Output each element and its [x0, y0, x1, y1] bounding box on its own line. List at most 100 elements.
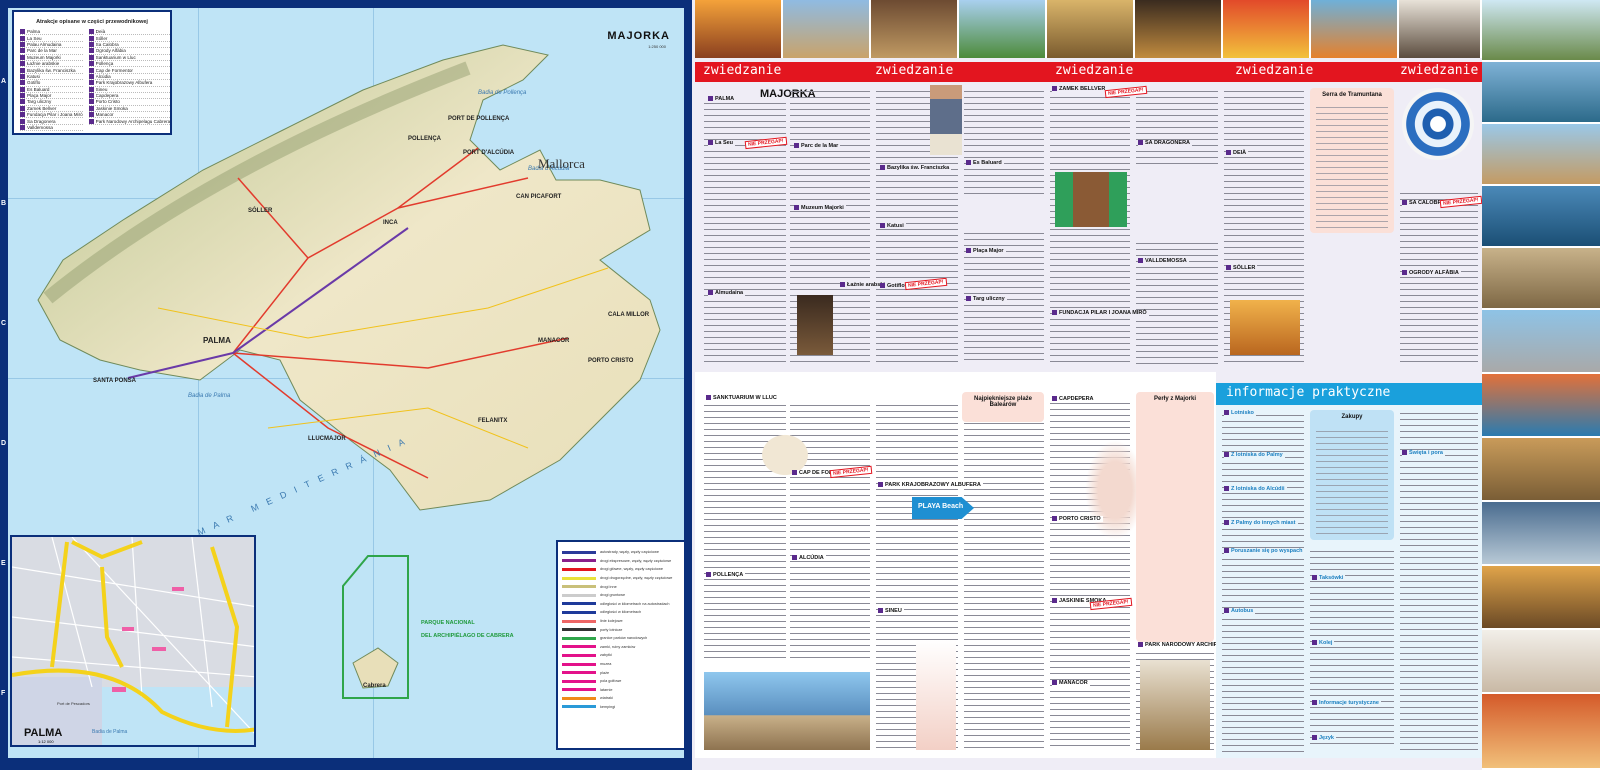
cabrera-park-label: PARQUE NACIONAL DEL ARCHIPIÉLAGO DE CABR…: [421, 617, 514, 643]
island-label: Mallorca: [538, 156, 585, 171]
legend-row: odległości w kilometrach na autostradach: [562, 600, 680, 609]
legend-label: autostrady, węzły, węzły częściowe: [600, 550, 659, 555]
legend-row: zamki, ruiny zamków: [562, 643, 680, 652]
grid-letter: B: [1, 200, 7, 207]
palma-street-map: Badia de Palma Port de Pescadors: [12, 537, 254, 745]
map-page[interactable]: A B C D E F POLLENÇA PORT DE POLLENÇA PO…: [0, 0, 692, 770]
legend-row: pola golfowe: [562, 677, 680, 686]
photo-pearls: [1482, 630, 1600, 694]
legend-symbol-icon: [562, 696, 596, 700]
place-label: POLLENÇA: [408, 136, 441, 142]
photo-kingfisher: [1311, 0, 1399, 58]
section-title: ZAMEK BELLVER: [1052, 86, 1108, 92]
place-label: MANACOR: [538, 338, 570, 344]
section-title: PALMA: [708, 96, 737, 102]
section-title: Gotiflo: [880, 283, 907, 289]
grid-letter: C: [1, 320, 7, 327]
attractions-list-box: Atrakcje opisane w części przewodnikowej…: [12, 10, 172, 135]
legend-label: drogi główne, węzły, węzły częściowe: [600, 567, 664, 572]
legend-label: zamki, ruiny zamków: [600, 644, 636, 649]
practical-heading: Kolej: [1312, 640, 1335, 646]
section-title: SÓLLER: [1226, 265, 1258, 271]
legend-label: odległości w kilometrach na autostradach: [600, 601, 670, 606]
attraction-number-icon: [88, 61, 94, 67]
attraction-number-icon: [88, 112, 94, 118]
section-title: Almudaina: [708, 290, 746, 296]
attraction-label: Sa Calobra: [95, 41, 119, 47]
section-label: zwiedzanie: [875, 63, 954, 78]
attraction-label: Łaźnie arabskie: [27, 61, 60, 67]
palma-inset-map[interactable]: Badia de Palma Port de Pescadors PALMA 1…: [10, 535, 256, 747]
ceramic-plate-image: [1402, 88, 1474, 160]
practical-heading: Z Palmy do innych miast: [1224, 520, 1298, 526]
legend-label: drogi gruntowe: [600, 593, 626, 598]
attraction-number-icon: [20, 105, 25, 111]
attraction-label: Jaskinie Smoka: [95, 105, 128, 111]
photo-cliffs: [1482, 124, 1600, 186]
attraction-label: Plaça Major: [27, 93, 52, 99]
attraction-label: Gotiflo: [27, 80, 41, 86]
text-column: [1136, 88, 1218, 168]
attraction-label: Ogrody Alfàbia: [95, 48, 126, 54]
attraction-number-icon: [88, 54, 94, 60]
attraction-label: Katusi: [27, 73, 40, 79]
legend-symbol-icon: [562, 559, 596, 563]
attraction-number-icon: [88, 41, 94, 47]
legend-row: linie kolejowe: [562, 617, 680, 626]
section-title: ALCÚDIA: [792, 555, 826, 561]
practical-info-header: informacje praktyczne: [1216, 383, 1482, 405]
attraction-number-icon: [88, 105, 94, 111]
tram-image: [1230, 300, 1300, 355]
attraction-number-icon: [20, 29, 25, 35]
beach-sign: PLAYA Beach: [912, 497, 974, 519]
sightseeing-header-bar: zwiedzanie zwiedzanie zwiedzanie zwiedza…: [695, 62, 1482, 82]
text-column: [1316, 428, 1388, 536]
practical-heading: Autobus: [1224, 608, 1256, 614]
attractions-left-column: Palma La Seu Palau Almudaina Parc de la Mar…: [20, 29, 83, 132]
attraction-label: Palma: [27, 29, 41, 35]
place-label: PORT DE POLLENÇA: [448, 116, 510, 122]
attraction-label: Parc de la Mar: [27, 48, 57, 54]
text-column: [1222, 412, 1304, 752]
attraction-number-icon: [20, 35, 25, 41]
photo-ceramics: [1223, 0, 1311, 58]
attraction-number-icon: [88, 67, 94, 73]
practical-heading: Informacje turystyczne: [1312, 700, 1381, 706]
attractions-right-column: Deià Sóller Sa Calobra Ogrody Alfàbia Sanktu…: [88, 29, 171, 131]
practical-heading: Język: [1312, 735, 1336, 741]
attraction-label: Sóller: [95, 35, 108, 41]
legend-row: drogi ekspresowe, węzły, węzły częściowe: [562, 557, 680, 566]
tramuntana-title: Serra de Tramuntana: [1322, 92, 1382, 98]
cabrera-label-line: DEL ARCHIPIÉLAGO DE CABRERA: [421, 633, 514, 639]
section-title: OGRODY ALFÀBIA: [1402, 270, 1461, 276]
attraction-number-icon: [88, 73, 94, 79]
legend-symbol-icon: [562, 653, 596, 657]
attraction-item: Valldemossa: [20, 125, 83, 132]
legend-label: zabytki: [600, 653, 612, 658]
attraction-label: Bazylika św. Franciszka: [27, 67, 76, 73]
legend-symbol-icon: [562, 619, 596, 623]
legend-symbol-icon: [562, 679, 596, 683]
section-title: SA DRAGONERA: [1138, 140, 1193, 146]
attraction-label: Fundacja Pilar i Joana Miró: [27, 112, 83, 118]
section-label: zwiedzanie: [1400, 63, 1479, 78]
legend-symbol-icon: [562, 593, 596, 597]
section-title: PARK KRAJOBRAZOWY ALBUFERA: [878, 482, 983, 488]
section-title: Targ uliczny: [966, 296, 1007, 302]
attraction-number-icon: [20, 99, 25, 105]
attraction-number-icon: [20, 41, 25, 47]
attraction-number-icon: [20, 118, 25, 124]
attraction-label: Pollença: [95, 61, 114, 67]
photo-piano-room: [1399, 0, 1482, 58]
legend-label: linie kolejowe: [600, 619, 623, 624]
legend-symbol-icon: [562, 602, 596, 606]
photo-cave: [1482, 566, 1600, 630]
attraction-number-icon: [20, 80, 25, 86]
pearls-box: [1136, 392, 1214, 642]
place-label: PALMA: [203, 336, 231, 345]
attraction-number-icon: [20, 48, 25, 54]
legend-row: porty lotnicze: [562, 625, 680, 634]
attraction-label: Sanktuarium w Lluc: [95, 54, 136, 60]
legend-label: drogi drugorzędne, węzły, węzły częściow…: [600, 576, 673, 581]
practical-heading: Z lotniska do Alcúdii: [1224, 486, 1287, 492]
